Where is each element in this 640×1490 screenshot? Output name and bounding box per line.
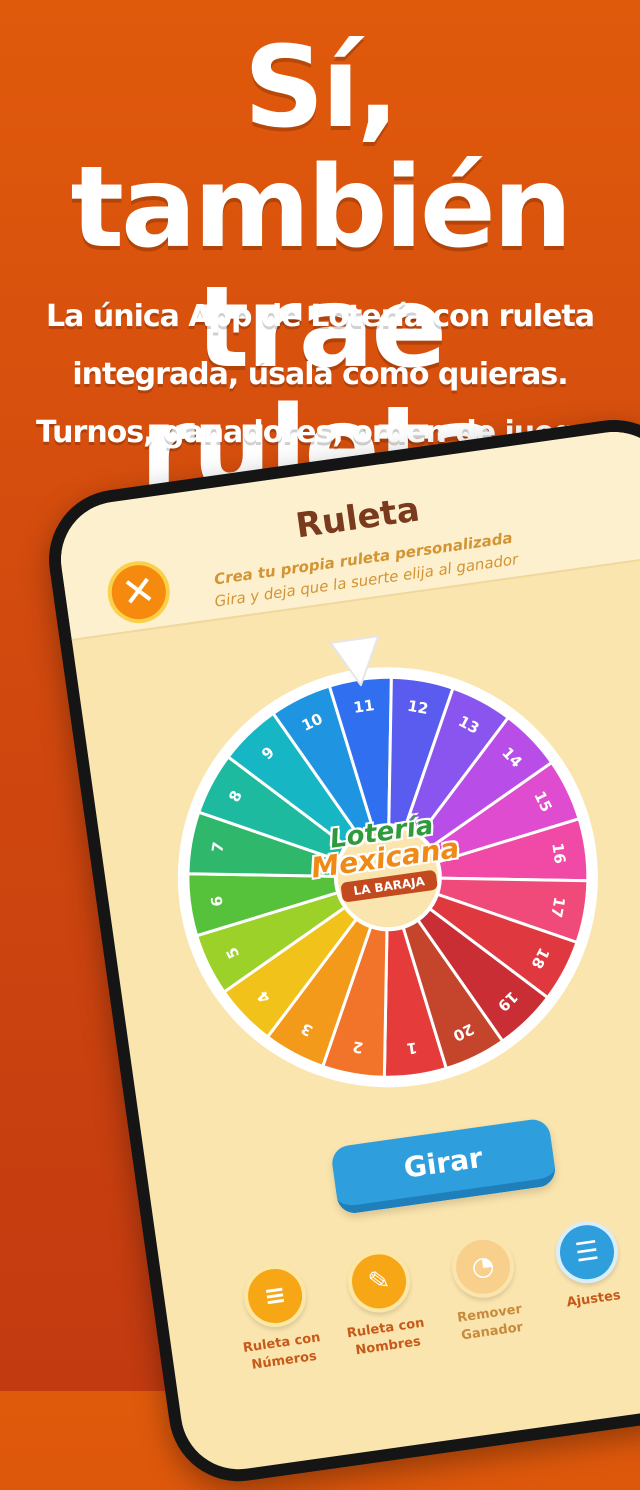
numbers-roulette-button[interactable]: ≡ Ruleta con Números bbox=[216, 1258, 340, 1378]
names-roulette-button[interactable]: ✎ Ruleta con Nombres bbox=[320, 1243, 444, 1363]
wheel-label-11: 11 bbox=[352, 696, 375, 717]
wheel-label-16: 16 bbox=[548, 842, 569, 865]
signature-icon: ✎ bbox=[344, 1246, 415, 1317]
numbers-roulette-label: Ruleta con Números bbox=[226, 1327, 340, 1378]
phone-screen: ✕ Ruleta Crea tu propia ruleta personali… bbox=[53, 424, 640, 1477]
subheadline-line-1: La única App de Lotería con ruleta bbox=[46, 299, 595, 334]
subheadline-line-2: integrada, úsala como quieras. bbox=[72, 357, 568, 392]
settings-label: Ajustes bbox=[538, 1283, 640, 1316]
settings-label-line1: Ajustes bbox=[565, 1288, 622, 1311]
names-roulette-label: Ruleta con Nombres bbox=[330, 1312, 444, 1363]
sliders-icon: ☰ bbox=[551, 1217, 623, 1288]
roulette-wheel[interactable]: 1 2 3 4 5 6 7 8 9 10 11 12 13 14 15 16 17 18 19 20 Lotería … bbox=[135, 594, 636, 1121]
spin-button[interactable]: Girar bbox=[329, 1117, 558, 1216]
numbered-list-icon: ≡ bbox=[240, 1261, 311, 1332]
phone-frame: ✕ Ruleta Crea tu propia ruleta personali… bbox=[40, 410, 640, 1490]
close-button[interactable]: ✕ bbox=[103, 557, 174, 628]
headline-line-1: Sí, también bbox=[70, 23, 572, 273]
wheel-label-17: 17 bbox=[547, 895, 568, 919]
close-icon: ✕ bbox=[118, 567, 159, 618]
wheel-label-12: 12 bbox=[406, 697, 430, 718]
settings-button[interactable]: ☰ Ajustes bbox=[528, 1214, 640, 1316]
remove-winner-label: Remover Ganador bbox=[434, 1298, 548, 1349]
pie-chart-icon: ◔ bbox=[448, 1231, 519, 1302]
remove-winner-button[interactable]: ◔ Remover Ganador bbox=[424, 1228, 548, 1348]
